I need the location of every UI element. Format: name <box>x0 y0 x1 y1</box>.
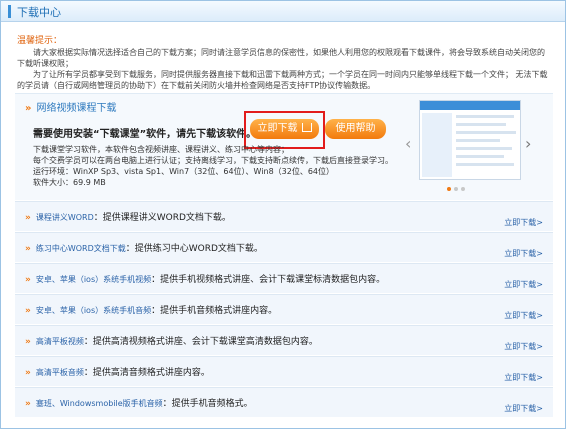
carousel-dots <box>447 184 468 194</box>
item-name[interactable]: 高清平板音频 <box>36 368 84 377</box>
tips-line-1: 请大家根据实际情况选择适合自己的下载方案；同时请注意学员信息的保密性，如果他人利… <box>17 48 545 68</box>
download-link[interactable]: 立即下载> <box>504 372 543 383</box>
desc-line-3: 运行环境：WinXP Sp3、vista Sp1、Win7（32位、64位）、W… <box>33 167 335 176</box>
help-button[interactable]: 使用帮助 <box>325 119 386 139</box>
panel-header: 下载中心 <box>1 1 565 22</box>
double-arrow-icon: » <box>25 275 31 285</box>
download-icon <box>301 122 312 132</box>
item-name[interactable]: 高清平板视频 <box>36 337 84 346</box>
double-arrow-icon: » <box>25 244 31 254</box>
item-name[interactable]: 安卓、苹果（ios）系统手机视频 <box>36 275 151 284</box>
header-accent-bar <box>8 5 11 18</box>
double-arrow-icon: » <box>25 103 32 114</box>
desc-line-1: 下载课堂学习软件，本软件包含视频讲座、课程讲义、练习中心等内容； <box>33 145 289 154</box>
item-name[interactable]: 安卓、苹果（ios）系统手机音频 <box>36 306 151 315</box>
item-name[interactable]: 塞班、Windowsmobile版手机音频 <box>36 399 163 408</box>
tips-text: 请大家根据实际情况选择适合自己的下载方案；同时请注意学员信息的保密性，如果他人利… <box>17 47 549 91</box>
software-description: 下载课堂学习软件，本软件包含视频讲座、课程讲义、练习中心等内容； 每个交费学员可… <box>33 144 393 188</box>
list-item: » 高清平板视频：提供高清视频格式讲座、会计下载课堂高清数据包内容。 立即下载> <box>15 325 553 355</box>
carousel-next-icon[interactable]: › <box>525 134 531 153</box>
list-item: » 安卓、苹果（ios）系统手机视频：提供手机视频格式讲座、会计下载课堂标清数据包… <box>15 263 553 293</box>
double-arrow-icon: » <box>25 306 31 316</box>
item-name[interactable]: 课程讲义WORD <box>36 213 94 222</box>
item-desc: ：提供高清视频格式讲座、会计下载课堂高清数据包内容。 <box>83 337 318 347</box>
desc-line-2: 每个交费学员可以在两台电脑上进行认证；支持离线学习，下载支持断点续传，下载后直接… <box>33 156 393 165</box>
download-link[interactable]: 立即下载> <box>504 217 543 228</box>
software-screenshot-preview <box>419 100 521 180</box>
list-item: » 高清平板音频：提供高清音频格式讲座内容。 立即下载> <box>15 356 553 386</box>
item-desc: ：提供课程讲义WORD文档下载。 <box>93 213 231 223</box>
item-desc: ：提供练习中心WORD文档下载。 <box>125 244 263 254</box>
download-link[interactable]: 立即下载> <box>504 279 543 290</box>
video-download-section: » 网络视频课程下载 需要使用安装“下载课堂”软件，请先下载该软件。 立即下载 使… <box>15 93 553 200</box>
download-link[interactable]: 立即下载> <box>504 403 543 414</box>
list-item: » 课程讲义WORD：提供课程讲义WORD文档下载。 立即下载> <box>15 201 553 231</box>
carousel-dot[interactable] <box>447 187 451 191</box>
double-arrow-icon: » <box>25 337 31 347</box>
item-desc: ：提供高清音频格式讲座内容。 <box>83 368 210 378</box>
download-link[interactable]: 立即下载> <box>504 248 543 259</box>
list-item: » 塞班、Windowsmobile版手机音频：提供手机音频格式。 立即下载> <box>15 387 553 417</box>
list-item: » 安卓、苹果（ios）系统手机音频：提供手机音频格式讲座内容。 立即下载> <box>15 294 553 324</box>
carousel-dot[interactable] <box>461 187 465 191</box>
carousel-prev-icon[interactable]: ‹ <box>405 134 411 153</box>
download-center-panel: 下载中心 温馨提示： 请大家根据实际情况选择适合自己的下载方案；同时请注意学员信… <box>0 0 566 429</box>
page-title: 下载中心 <box>17 6 61 19</box>
item-desc: ：提供手机音频格式。 <box>162 399 253 409</box>
install-notice: 需要使用安装“下载课堂”软件，请先下载该软件。 <box>33 129 257 140</box>
double-arrow-icon: » <box>25 399 31 409</box>
download-now-label: 立即下载 <box>257 123 298 134</box>
download-link[interactable]: 立即下载> <box>504 341 543 352</box>
double-arrow-icon: » <box>25 368 31 378</box>
list-item: » 练习中心WORD文档下载：提供练习中心WORD文档下载。 立即下载> <box>15 232 553 262</box>
section-heading-label: 网络视频课程下载 <box>36 103 117 114</box>
section-heading: » 网络视频课程下载 <box>25 99 116 114</box>
item-name[interactable]: 练习中心WORD文档下载 <box>36 244 126 253</box>
tips-line-2: 为了让所有学员都享受到下载服务，同时提供服务器直接下载和迅雷下载两种方式；一个学… <box>17 70 548 90</box>
download-link[interactable]: 立即下载> <box>504 310 543 321</box>
item-desc: ：提供手机音频格式讲座内容。 <box>151 306 278 316</box>
carousel-dot[interactable] <box>454 187 458 191</box>
desc-line-4: 软件大小：69.9 MB <box>33 178 106 187</box>
tips-label: 温馨提示： <box>17 36 63 46</box>
download-now-button[interactable]: 立即下载 <box>250 119 319 139</box>
item-desc: ：提供手机视频格式讲座、会计下载课堂标清数据包内容。 <box>151 275 386 285</box>
double-arrow-icon: » <box>25 213 31 223</box>
